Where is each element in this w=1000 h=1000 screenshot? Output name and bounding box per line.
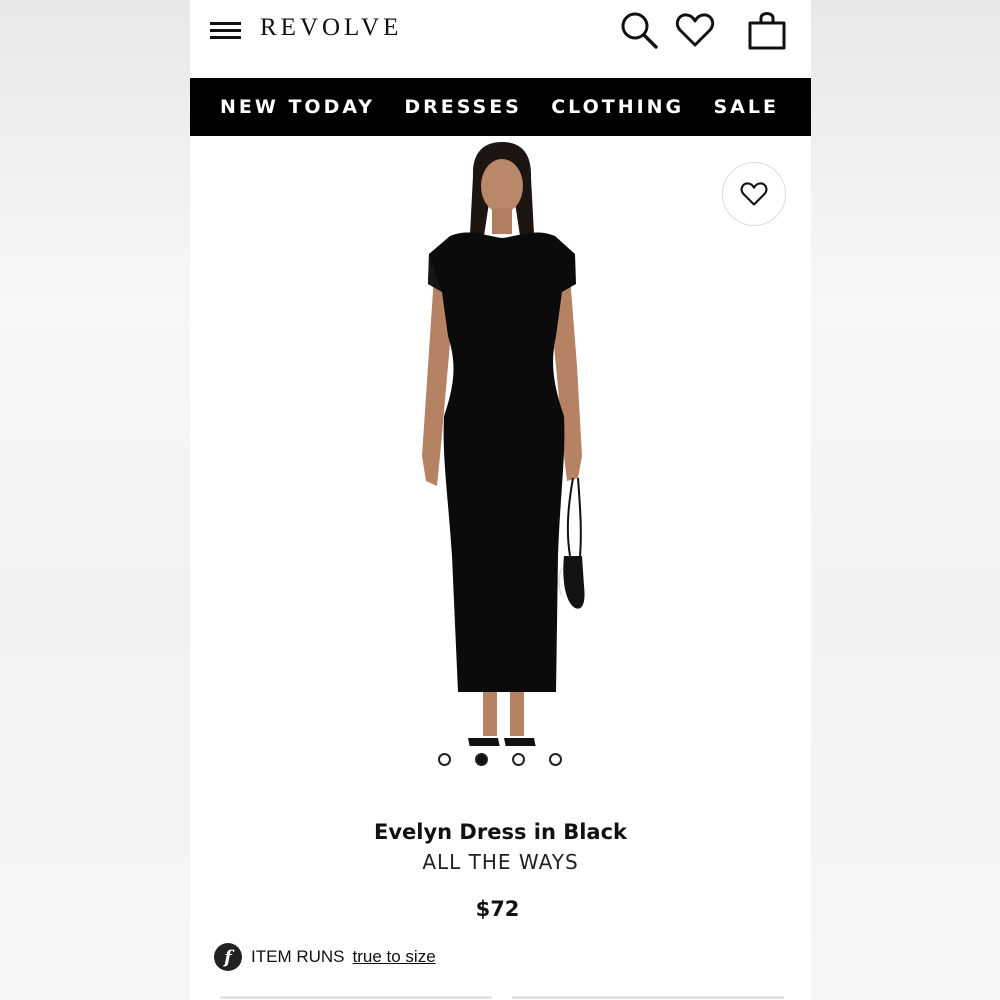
nav-dresses[interactable]: DRESSES bbox=[404, 96, 522, 118]
background-left bbox=[0, 0, 190, 1000]
product-page: REVOLVE NEW TODAY DRESSES CLOTHING SALE bbox=[190, 0, 811, 1000]
fit-size-link[interactable]: true to size bbox=[353, 947, 436, 967]
fit-label: ITEM RUNS bbox=[251, 947, 345, 966]
hamburger-menu-icon[interactable] bbox=[210, 22, 241, 40]
gallery-dot-4[interactable] bbox=[549, 753, 562, 766]
divider bbox=[512, 996, 784, 999]
gallery-dot-3[interactable] bbox=[512, 753, 525, 766]
heart-outline-icon bbox=[740, 182, 768, 206]
category-nav: NEW TODAY DRESSES CLOTHING SALE bbox=[190, 78, 811, 136]
fit-info: f ITEM RUNS true to size bbox=[214, 942, 436, 972]
product-brand[interactable]: ALL THE WAYS bbox=[190, 850, 811, 874]
gallery-pagination bbox=[190, 752, 811, 768]
nav-sale[interactable]: SALE bbox=[713, 96, 778, 118]
heart-icon[interactable] bbox=[674, 8, 716, 52]
divider bbox=[220, 996, 492, 999]
product-photo bbox=[422, 142, 585, 748]
nav-new-today[interactable]: NEW TODAY bbox=[220, 96, 375, 118]
background-right bbox=[811, 0, 1000, 1000]
site-logo[interactable]: REVOLVE bbox=[260, 14, 402, 42]
gallery-dot-2[interactable] bbox=[475, 753, 488, 766]
product-price: $72 bbox=[475, 897, 520, 921]
shopping-bag-icon[interactable] bbox=[746, 8, 788, 52]
search-icon[interactable] bbox=[618, 8, 660, 52]
gallery-dot-1[interactable] bbox=[438, 753, 451, 766]
wishlist-button[interactable] bbox=[722, 162, 786, 226]
fit-logo-icon: f bbox=[214, 943, 242, 971]
nav-clothing[interactable]: CLOTHING bbox=[551, 96, 684, 118]
top-header: REVOLVE bbox=[190, 0, 811, 78]
product-image-gallery[interactable] bbox=[190, 136, 811, 776]
product-title: Evelyn Dress in Black bbox=[373, 820, 627, 844]
